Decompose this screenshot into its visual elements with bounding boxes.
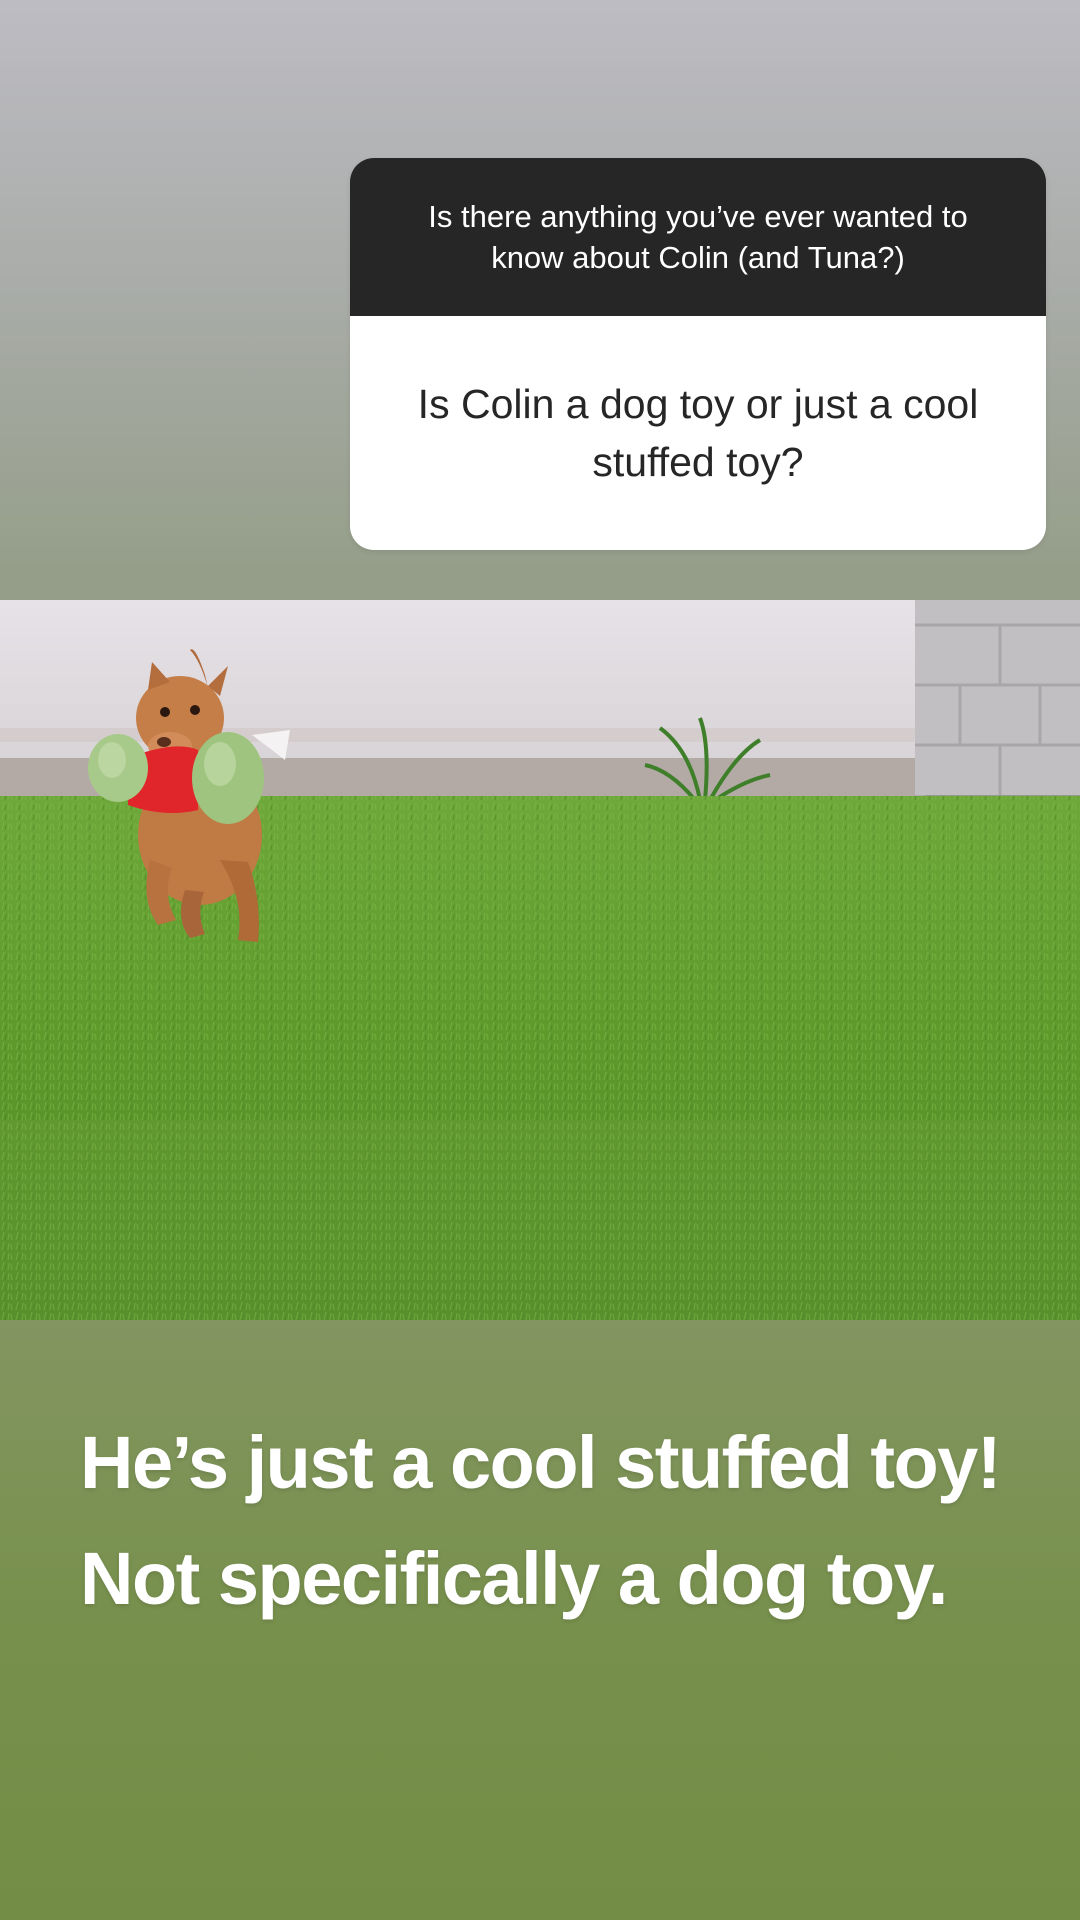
dog-photo (0, 600, 1080, 1320)
question-prompt: Is there anything you’ve ever wanted to … (428, 199, 968, 275)
brick-pillar (915, 600, 1080, 795)
caption-text: He’s just a cool stuffed toy! Not specif… (80, 1421, 1001, 1620)
question-sticker-body: Is Colin a dog toy or just a cool stuffe… (350, 316, 1046, 550)
question-sticker-header: Is there anything you’ve ever wanted to … (350, 158, 1046, 316)
question-answer: Is Colin a dog toy or just a cool stuffe… (417, 381, 979, 485)
question-sticker[interactable]: Is there anything you’ve ever wanted to … (350, 158, 1046, 550)
story-screen[interactable]: Is there anything you’ve ever wanted to … (0, 0, 1080, 1920)
